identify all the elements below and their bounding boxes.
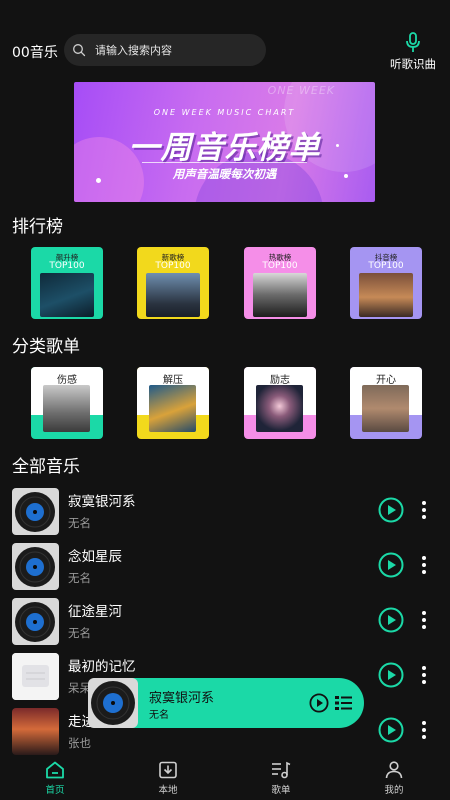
more-options-icon[interactable]	[418, 665, 430, 685]
mini-player-title: 寂寞银河系	[149, 691, 215, 706]
category-cover-image	[149, 385, 196, 432]
tab-playlist[interactable]: 歌单	[251, 761, 311, 796]
microphone-icon	[406, 32, 420, 52]
song-row[interactable]: 征途星河 无名	[0, 596, 450, 652]
banner-subtitle: ONE WEEK MUSIC CHART	[153, 108, 296, 117]
song-artist: 无名	[68, 516, 91, 530]
recognize-label: 听歌识曲	[390, 57, 436, 71]
banner-week-text: ONE WEEK	[267, 84, 335, 97]
more-options-icon[interactable]	[418, 555, 430, 575]
rank-cover-image	[40, 273, 94, 317]
category-card-name: 开心	[376, 375, 396, 386]
tab-label: 歌单	[271, 785, 291, 796]
chart-banner[interactable]: ONE WEEK ONE WEEK MUSIC CHART 一周音乐榜单 用声音…	[74, 82, 375, 202]
playlist-icon	[272, 761, 291, 779]
rank-card[interactable]: 新歌榜 TOP100	[137, 247, 209, 319]
home-icon	[46, 761, 64, 779]
vinyl-cover-image	[12, 488, 59, 535]
song-cover-image	[12, 708, 59, 755]
banner-title: 一周音乐榜单	[128, 130, 321, 166]
song-row[interactable]: 寂寞银河系 无名	[0, 486, 450, 542]
rank-card-top: TOP100	[368, 261, 404, 271]
rank-card[interactable]: 飙升榜 TOP100	[31, 247, 103, 319]
song-cover-image	[12, 653, 59, 700]
more-options-icon[interactable]	[418, 500, 430, 520]
tab-local[interactable]: 本地	[138, 761, 198, 796]
song-title: 最初的记忆	[68, 659, 136, 675]
category-card[interactable]: 伤感	[31, 367, 103, 439]
rank-section-title: 排行榜	[12, 217, 63, 237]
category-card-name: 解压	[163, 375, 183, 386]
banner-slogan: 用声音温暖每次初遇	[172, 167, 277, 181]
mini-player[interactable]: 寂寞银河系 无名	[88, 678, 364, 728]
song-title: 征途星河	[68, 604, 122, 620]
rank-card-top: TOP100	[262, 261, 298, 271]
vinyl-cover-image	[12, 598, 59, 645]
more-options-icon[interactable]	[418, 720, 430, 740]
tab-home[interactable]: 首页	[25, 761, 85, 796]
play-icon[interactable]	[378, 717, 404, 743]
play-icon[interactable]	[309, 693, 329, 713]
category-cover-image	[43, 385, 90, 432]
more-options-icon[interactable]	[418, 610, 430, 630]
tab-label: 本地	[158, 785, 178, 796]
category-cover-image	[256, 385, 303, 432]
search-input[interactable]: 请输入搜索内容	[64, 34, 266, 66]
song-artist: 张也	[68, 736, 91, 750]
playlist-queue-icon[interactable]	[334, 693, 354, 713]
rank-cover-image	[359, 273, 413, 317]
play-icon[interactable]	[378, 552, 404, 578]
rank-card[interactable]: 热歌榜 TOP100	[244, 247, 316, 319]
category-cover-image	[362, 385, 409, 432]
category-card-name: 励志	[270, 375, 290, 386]
song-artist: 无名	[68, 571, 91, 585]
category-card[interactable]: 开心	[350, 367, 422, 439]
song-title: 念如星辰	[68, 549, 122, 565]
tab-label: 首页	[45, 785, 65, 796]
play-icon[interactable]	[378, 607, 404, 633]
rank-card-top: TOP100	[155, 261, 191, 271]
category-card-name: 伤感	[57, 375, 77, 386]
rank-card-top: TOP100	[49, 261, 85, 271]
rank-cover-image	[146, 273, 200, 317]
search-placeholder: 请输入搜索内容	[95, 44, 172, 57]
song-title: 寂寞银河系	[68, 494, 136, 510]
category-card[interactable]: 励志	[244, 367, 316, 439]
user-icon	[385, 761, 403, 779]
app-name: 00音乐	[12, 45, 58, 61]
rank-card[interactable]: 抖音榜 TOP100	[350, 247, 422, 319]
tab-mine[interactable]: 我的	[364, 761, 424, 796]
header: 00音乐 请输入搜索内容 听歌识曲	[0, 30, 450, 74]
category-section-title: 分类歌单	[12, 337, 80, 357]
play-icon[interactable]	[378, 662, 404, 688]
search-icon	[73, 44, 86, 57]
play-icon[interactable]	[378, 497, 404, 523]
download-icon	[159, 761, 177, 779]
song-row[interactable]: 念如星辰 无名	[0, 541, 450, 597]
banner-divider	[142, 162, 307, 163]
song-artist: 无名	[68, 626, 91, 640]
rank-cover-image	[253, 273, 307, 317]
mini-player-cover	[88, 678, 138, 728]
mini-player-artist: 无名	[149, 710, 169, 721]
bottom-tab-bar: 首页 本地 歌单 我的	[0, 757, 450, 800]
vinyl-cover-image	[12, 543, 59, 590]
tab-label: 我的	[384, 785, 404, 796]
song-recognize-button[interactable]: 听歌识曲	[388, 32, 438, 72]
all-music-section-title: 全部音乐	[12, 457, 80, 477]
category-card[interactable]: 解压	[137, 367, 209, 439]
